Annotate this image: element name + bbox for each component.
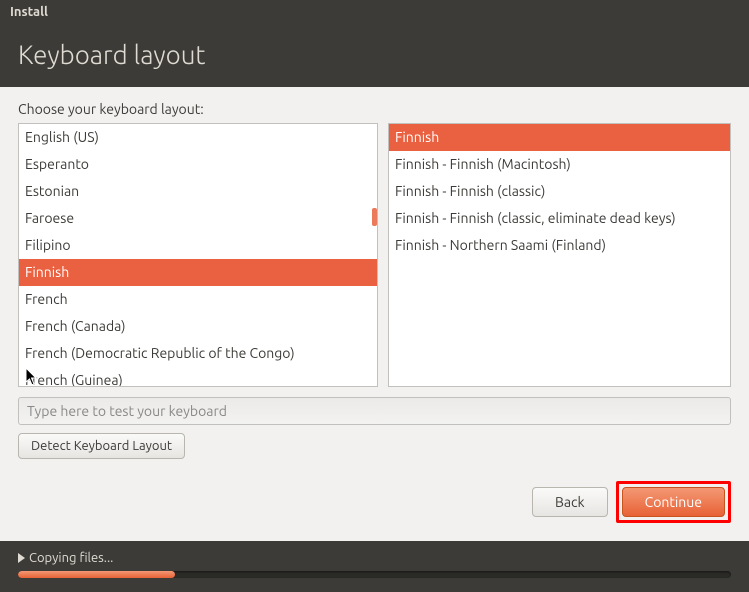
language-list-item[interactable]: Estonian: [19, 178, 377, 205]
variant-list-item[interactable]: Finnish - Northern Saami (Finland): [389, 232, 730, 259]
detect-layout-button[interactable]: Detect Keyboard Layout: [18, 433, 185, 459]
progress-bar: [18, 571, 731, 578]
language-list-item[interactable]: English (US): [19, 124, 377, 151]
back-button[interactable]: Back: [532, 487, 608, 517]
language-list-item[interactable]: Finnish: [19, 259, 377, 286]
status-row[interactable]: Copying files...: [18, 551, 731, 565]
prompt-label: Choose your keyboard layout:: [18, 101, 731, 117]
variant-list-item[interactable]: Finnish: [389, 124, 730, 151]
window-title: Install: [10, 5, 48, 19]
language-list-item[interactable]: French (Democratic Republic of the Congo…: [19, 340, 377, 367]
scrollbar-thumb[interactable]: [372, 208, 377, 226]
expand-icon: [18, 553, 25, 563]
language-list-item[interactable]: French: [19, 286, 377, 313]
variant-list-item[interactable]: Finnish - Finnish (Macintosh): [389, 151, 730, 178]
page-title: Keyboard layout: [18, 40, 731, 69]
window-titlebar: Install: [0, 0, 749, 28]
variant-list-item[interactable]: Finnish - Finnish (classic, eliminate de…: [389, 205, 730, 232]
language-listbox[interactable]: English (US)EsperantoEstonianFaroeseFili…: [18, 123, 378, 387]
page-header: Keyboard layout: [0, 28, 749, 87]
language-list-item[interactable]: Esperanto: [19, 151, 377, 178]
language-list-item[interactable]: Faroese: [19, 205, 377, 232]
footer: Copying files...: [0, 541, 749, 592]
keyboard-test-input[interactable]: [18, 397, 731, 425]
layout-lists: English (US)EsperantoEstonianFaroeseFili…: [18, 123, 731, 387]
progress-fill: [18, 571, 175, 578]
language-list-item[interactable]: French (Canada): [19, 313, 377, 340]
variant-list-item[interactable]: Finnish - Finnish (classic): [389, 178, 730, 205]
continue-button[interactable]: Continue: [622, 487, 725, 517]
language-list-item[interactable]: Filipino: [19, 232, 377, 259]
variant-listbox[interactable]: FinnishFinnish - Finnish (Macintosh)Finn…: [388, 123, 731, 387]
content-area: Choose your keyboard layout: English (US…: [0, 87, 749, 533]
continue-highlight: Continue: [616, 481, 731, 523]
nav-buttons: Back Continue: [18, 481, 731, 523]
status-text: Copying files...: [29, 551, 113, 565]
language-list-item[interactable]: French (Guinea): [19, 367, 377, 387]
